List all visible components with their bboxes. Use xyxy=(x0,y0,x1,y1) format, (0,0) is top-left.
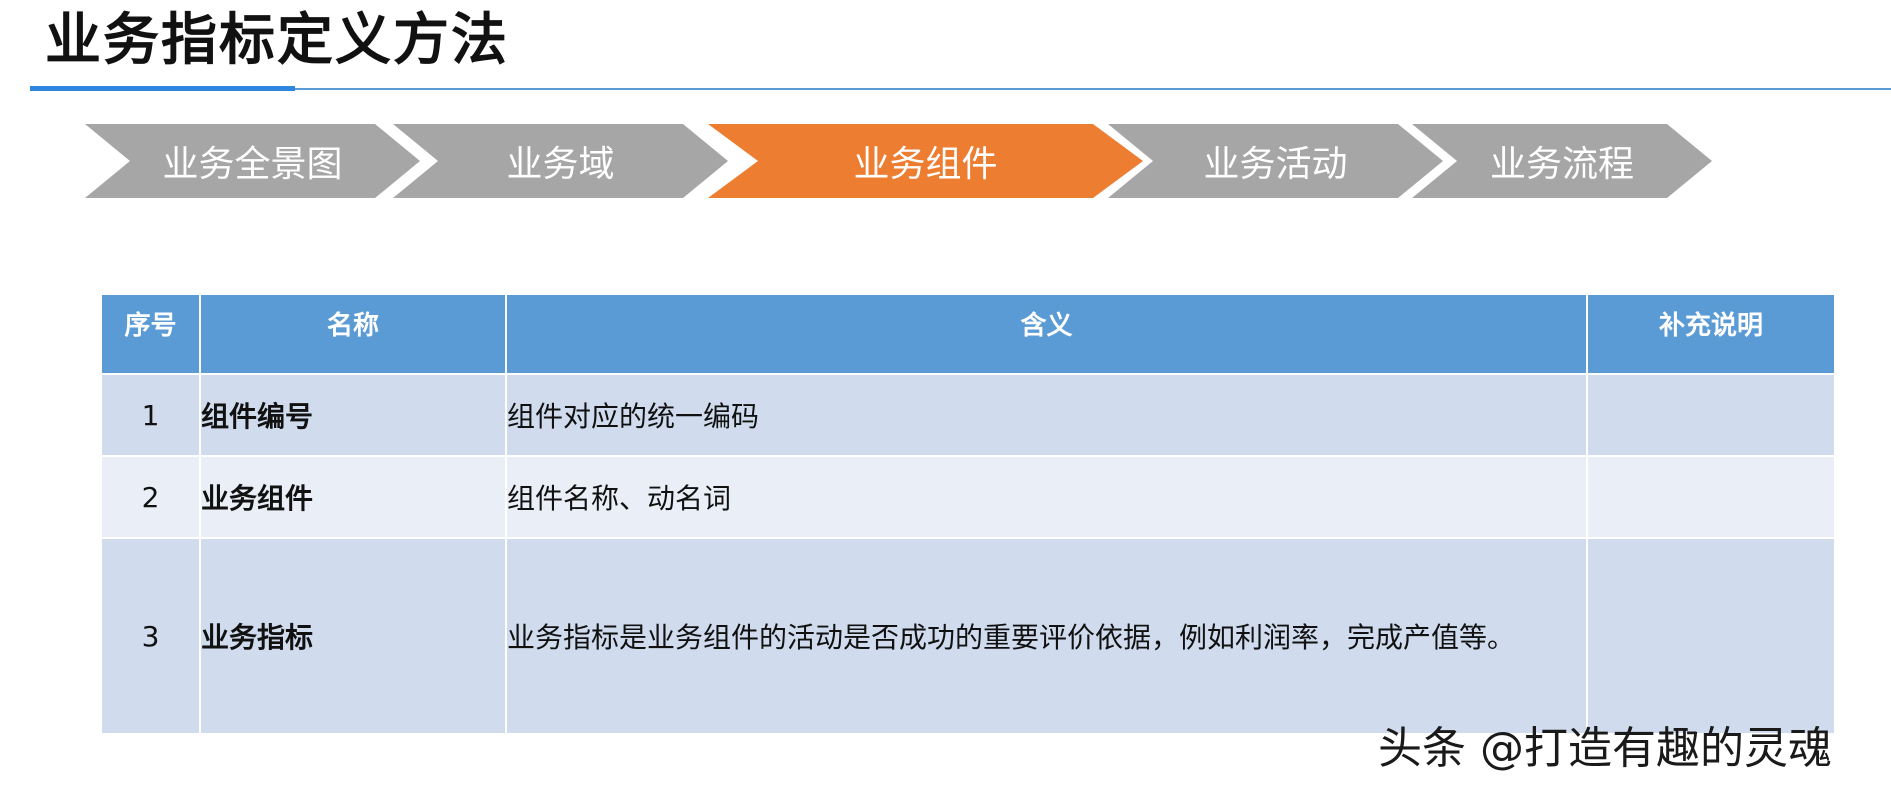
header-name: 名称 xyxy=(199,293,507,375)
step-component[interactable]: 业务组件 xyxy=(708,124,1143,198)
metric-definition-table: 序号 名称 含义 补充说明 1 组件编号 组件对应的统一编码 2 业务组件 组件… xyxy=(100,293,1836,735)
header-note: 补充说明 xyxy=(1586,293,1836,375)
cell-definition: 组件名称、动名词 xyxy=(505,455,1588,539)
step-process[interactable]: 业务流程 xyxy=(1412,124,1712,198)
step-label: 业务域 xyxy=(506,144,615,185)
step-label: 业务流程 xyxy=(1489,144,1634,185)
cell-index: 1 xyxy=(100,373,201,457)
cell-note xyxy=(1586,537,1836,735)
table-row: 1 组件编号 组件对应的统一编码 xyxy=(100,373,1836,457)
cell-note xyxy=(1586,455,1836,539)
cell-name: 业务组件 xyxy=(199,455,507,539)
step-domain[interactable]: 业务域 xyxy=(393,124,728,198)
cell-note xyxy=(1586,373,1836,457)
process-steps: 业务全景图 业务域 业务组件 业务活动 业务流程 xyxy=(0,0,1891,210)
table-row: 2 业务组件 组件名称、动名词 xyxy=(100,455,1836,539)
header-index: 序号 xyxy=(100,293,201,375)
header-definition: 含义 xyxy=(505,293,1588,375)
cell-definition: 组件对应的统一编码 xyxy=(505,373,1588,457)
step-label: 业务全景图 xyxy=(162,144,343,185)
step-label: 业务活动 xyxy=(1203,144,1348,185)
cell-index: 3 xyxy=(100,537,201,735)
step-activity[interactable]: 业务活动 xyxy=(1108,124,1443,198)
step-label: 业务组件 xyxy=(853,144,998,185)
cell-name: 组件编号 xyxy=(199,373,507,457)
table-header-row: 序号 名称 含义 补充说明 xyxy=(100,293,1836,375)
cell-name: 业务指标 xyxy=(199,537,507,735)
step-overview[interactable]: 业务全景图 xyxy=(85,124,420,198)
cell-definition: 业务指标是业务组件的活动是否成功的重要评价依据，例如利润率，完成产值等。 xyxy=(505,537,1588,735)
watermark-text: 头条 @打造有趣的灵魂 xyxy=(1378,723,1832,774)
table-row: 3 业务指标 业务指标是业务组件的活动是否成功的重要评价依据，例如利润率，完成产… xyxy=(100,537,1836,735)
cell-index: 2 xyxy=(100,455,201,539)
